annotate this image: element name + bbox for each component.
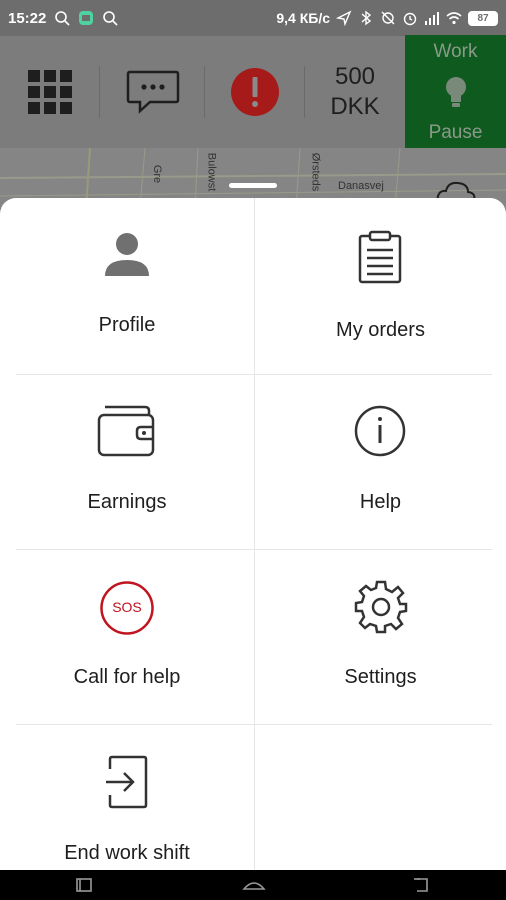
alarm-icon [403,12,417,26]
menu-item-profile[interactable]: Profile [0,198,254,374]
sheet-drag-handle[interactable] [229,183,277,188]
menu-item-call-for-help[interactable]: SOS Call for help [0,550,254,724]
menu-item-label: End work shift [64,842,190,864]
menu-item-my-orders[interactable]: My orders [255,198,506,374]
profile-icon [105,233,149,276]
search-icon [55,11,70,26]
network-speed: 9,4 КБ/с [276,10,330,26]
map-street-label: Danasvej [338,180,384,192]
grid-icon [28,70,72,114]
menu-item-help[interactable]: Help [255,375,506,549]
work-label: Work [433,41,478,62]
alert-icon [231,68,279,116]
top-app-bar: 500 DKK Work Pause [0,35,506,148]
balance-amount: 500 [334,63,376,90]
pause-label: Pause [428,122,483,143]
info-icon [354,405,406,457]
map-street-label: Bulowst [205,152,218,192]
location-icon [336,10,352,26]
menu-item-settings[interactable]: Settings [255,550,506,724]
menu-item-label: Call for help [73,666,181,688]
bluetooth-icon [361,10,372,26]
menu-item-label: Earnings [87,491,167,513]
home-icon[interactable] [242,876,266,894]
map-street-label: Gre [151,164,164,184]
balance-display: 500 DKK [305,36,405,148]
wifi-icon [446,12,462,25]
menu-sheet: Profile My orders Earnings Help SOS Call… [0,198,506,870]
back-icon[interactable] [412,876,432,894]
alert-button[interactable] [205,36,305,148]
menu-item-label: Settings [344,666,417,688]
search-icon [103,11,118,26]
battery-icon: 87 [468,10,498,26]
clipboard-icon [358,230,402,284]
notification-icon [79,11,94,25]
signal-icon [425,12,439,25]
work-pause-toggle[interactable]: Work Pause [405,35,506,148]
menu-item-earnings[interactable]: Earnings [0,375,254,549]
status-time: 15:22 [8,9,47,27]
menu-grid: Profile My orders Earnings Help SOS Call… [0,198,506,870]
chat-icon [126,70,179,114]
menu-item-label: Help [359,491,402,513]
menu-item-label: Profile [98,314,156,336]
gear-icon [354,580,408,634]
sync-off-icon [381,11,395,25]
menu-item-end-work-shift[interactable]: End work shift [0,725,254,870]
menu-item-label: My orders [336,319,425,341]
balance-currency: DKK [330,93,380,120]
map-street-label: Ørsteds [309,152,322,192]
status-bar: 15:22 9,4 КБ/с 87 [0,0,506,36]
wallet-icon [97,405,155,457]
exit-icon [106,755,148,809]
navigation-bar [0,870,506,900]
recent-apps-icon[interactable] [74,876,94,894]
lightbulb-icon [445,76,466,107]
sos-icon-text: SOS [112,599,142,615]
apps-grid-button[interactable] [0,36,100,148]
chat-button[interactable] [100,36,205,148]
